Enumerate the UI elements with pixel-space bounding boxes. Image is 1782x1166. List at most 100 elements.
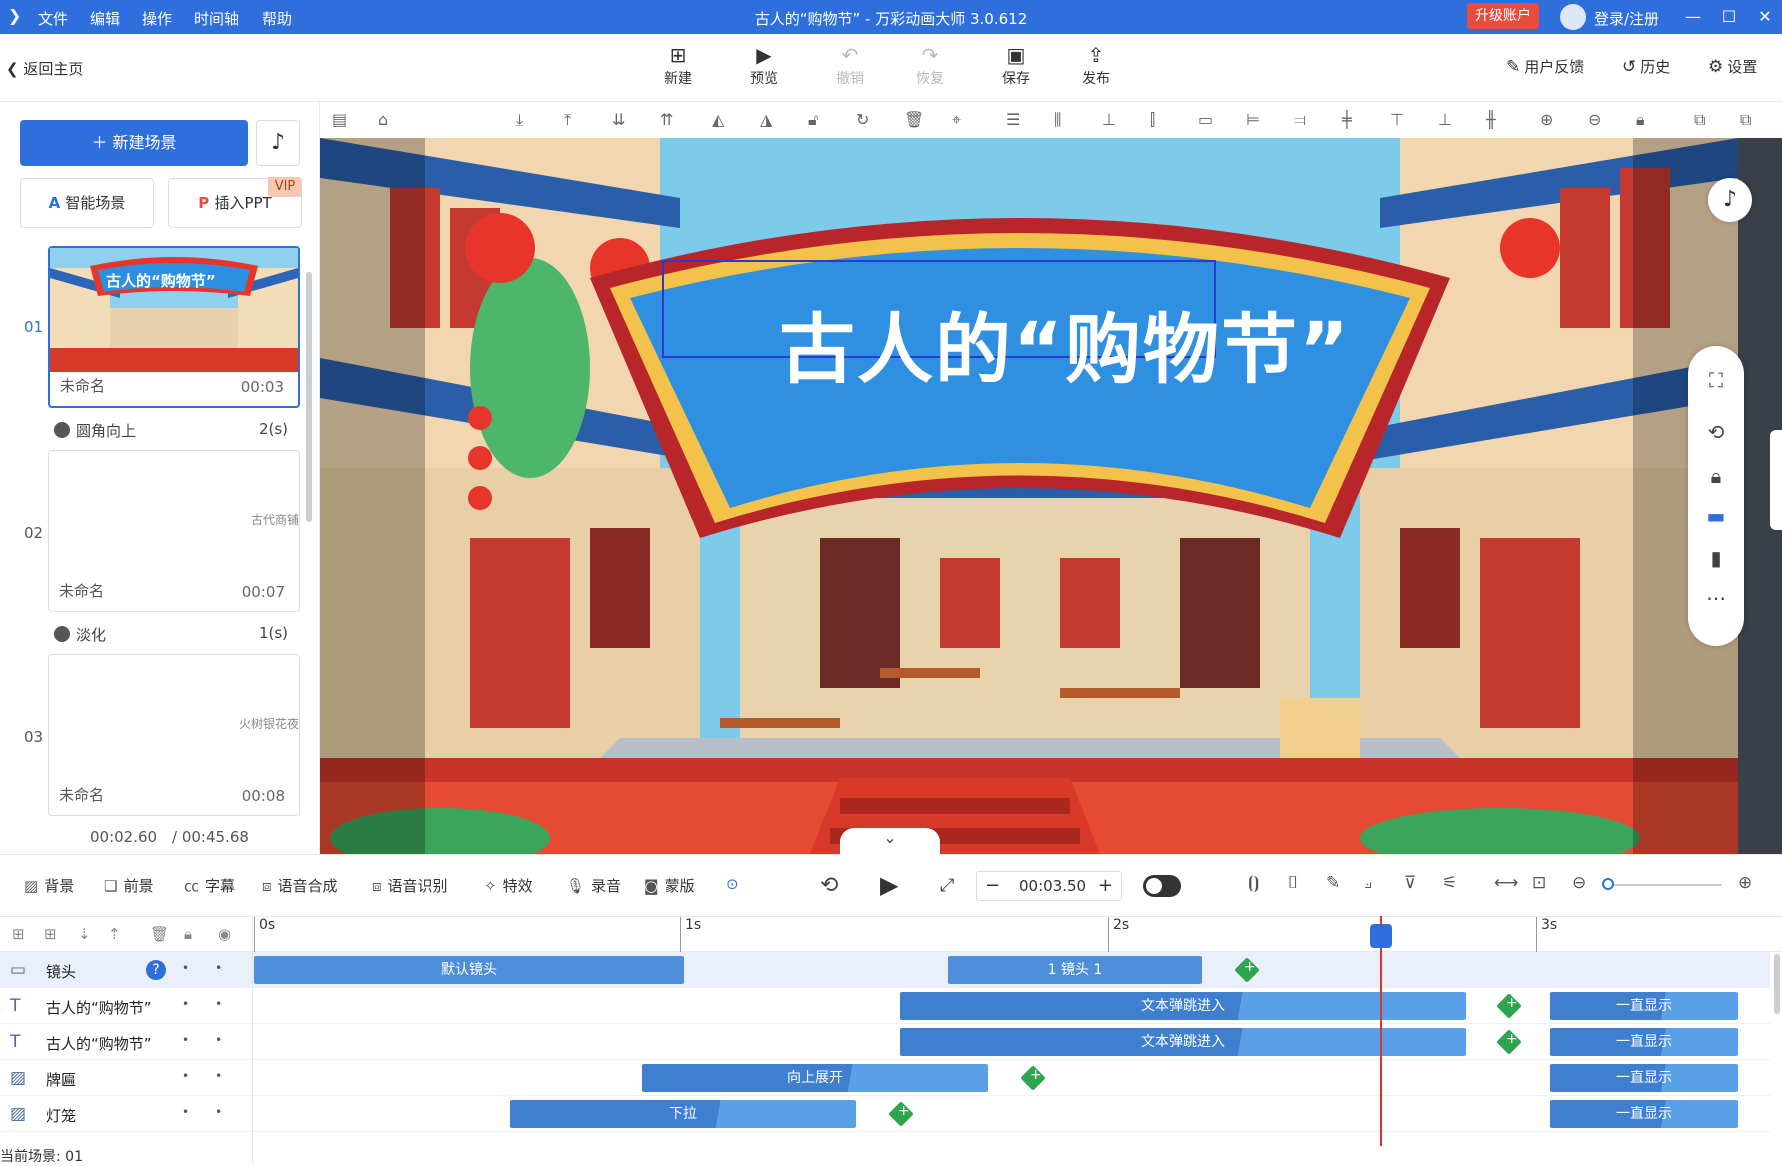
add-layer-icon[interactable]: ⊞ xyxy=(44,925,57,943)
align-base-icon[interactable]: ⊥ xyxy=(1438,110,1452,129)
fit-screen-icon[interactable]: ⛶ xyxy=(1688,368,1744,392)
stretch-icon[interactable]: ⟷ xyxy=(1494,873,1518,893)
zoom-out-icon[interactable]: ⊖ xyxy=(1572,873,1586,893)
music-icon[interactable]: ♪ xyxy=(1708,178,1752,222)
background-button[interactable]: ▨ 背景 xyxy=(24,875,74,896)
move-down-icon[interactable]: ⇣ xyxy=(78,925,91,943)
zoom-in-icon[interactable]: ⊕ xyxy=(1738,873,1752,893)
upgrade-button[interactable]: 升级账户 xyxy=(1467,3,1539,29)
lock-icon[interactable]: 🔓︎ xyxy=(808,110,818,130)
align-top-icon[interactable]: ⊤ xyxy=(1390,110,1404,129)
track-options[interactable]: •• xyxy=(182,997,248,1011)
feedback-button[interactable]: ✎ 用户反馈 xyxy=(1506,56,1584,77)
maximize-icon[interactable]: ☐ xyxy=(1714,5,1744,29)
timeline-zoom-knob[interactable] xyxy=(1602,878,1614,890)
smart-scene-button[interactable]: A 智能场景 xyxy=(20,178,154,228)
add-keyframe-icon[interactable] xyxy=(888,1101,914,1127)
subtitle-button[interactable]: ㏄字幕 xyxy=(184,875,235,896)
focus-icon[interactable]: ⌖ xyxy=(952,110,961,130)
copy-icon[interactable]: ⧉ xyxy=(1694,110,1705,130)
fullscreen-icon[interactable]: ⤢ xyxy=(940,875,954,896)
move-up-icon[interactable]: ⇡ xyxy=(108,925,121,943)
bring-bottom-icon[interactable]: ⤓ xyxy=(516,110,523,130)
effects-button[interactable]: ✧ 特效 xyxy=(484,875,533,896)
right-panel-toggle[interactable] xyxy=(1770,430,1782,530)
timeline-clip[interactable]: 1 镜头 1 xyxy=(948,956,1202,984)
add-keyframe-icon[interactable] xyxy=(1496,1029,1522,1055)
distribute-icon[interactable]: ⫼ xyxy=(1054,110,1061,130)
preview-button[interactable]: ▶ 预览 xyxy=(734,42,794,88)
add-keyframe-icon[interactable] xyxy=(1234,957,1260,983)
move-down-icon[interactable]: ⇊ xyxy=(612,110,625,129)
align-vcenter-icon[interactable]: ╫ xyxy=(1486,110,1496,129)
align-left-icon[interactable]: ⊨ xyxy=(1246,110,1260,129)
visibility-icon[interactable]: ◉ xyxy=(218,925,231,943)
more-icon[interactable]: ⋯ xyxy=(1688,586,1744,610)
scene-list-scrollbar[interactable] xyxy=(306,272,312,522)
format-painter-icon[interactable]: ▤ xyxy=(332,110,347,129)
timeline-zoom-slider[interactable] xyxy=(1610,884,1722,886)
timeline-clip[interactable]: 一直显示 xyxy=(1550,1100,1738,1128)
filter-icon[interactable]: ⊽ xyxy=(1404,873,1416,893)
track-text[interactable]: T 古人的“购物节” •• 文本弹跳进入 一直显示 xyxy=(0,988,1770,1024)
time-stepper[interactable]: − 00:03.50 + xyxy=(976,871,1122,901)
delete-icon[interactable]: 🗑︎ xyxy=(904,110,924,129)
zoom-out-icon[interactable]: ⊖ xyxy=(1588,110,1601,129)
flip-h-icon[interactable]: ◭ xyxy=(712,110,724,129)
ratio-icon[interactable]: ⊡ xyxy=(1532,873,1546,893)
timeline-clip[interactable]: 下拉 xyxy=(510,1100,856,1128)
align-bottom-icon[interactable]: ⊥ xyxy=(1102,110,1116,129)
back-home-button[interactable]: ❮ 返回主页 xyxy=(6,58,83,79)
transition-item[interactable]: 淡化 1(s) xyxy=(54,624,294,645)
time-stepper-value[interactable]: 00:03.50 xyxy=(1019,877,1086,895)
camera-icon[interactable]: ⌷ xyxy=(1288,873,1298,893)
track-options[interactable]: •• xyxy=(182,1069,248,1083)
undo-button[interactable]: ↶ 撤销 xyxy=(820,42,880,88)
minimize-icon[interactable]: — xyxy=(1678,5,1708,29)
distribute-v-icon[interactable]: ▭ xyxy=(1198,110,1213,129)
track-image[interactable]: ▨ 牌匾 •• 向上展开 一直显示 xyxy=(0,1060,1770,1096)
transition-item[interactable]: 圆角向上 2(s) xyxy=(54,420,294,441)
track-options[interactable]: •• xyxy=(182,961,248,975)
delete-icon[interactable]: 🗑︎ xyxy=(150,925,169,943)
banner-text[interactable]: 古人的“购物节” xyxy=(755,290,1375,410)
track-text[interactable]: T 古人的“购物节” •• 文本弹跳进入 一直显示 xyxy=(0,1024,1770,1060)
scene-thumbnail-01[interactable]: 古人的“购物节” 未命名 00:03 xyxy=(48,246,300,408)
add-keyframe-icon[interactable] xyxy=(1020,1065,1046,1091)
asr-button[interactable]: ⧈ 语音识别 xyxy=(372,875,448,896)
foreground-button[interactable]: ❏ 前景 xyxy=(104,875,153,896)
adjust-icon[interactable]: ⚟ xyxy=(1442,873,1457,893)
split-icon[interactable]: ⟓ xyxy=(1364,873,1372,893)
help-icon[interactable]: ? xyxy=(146,960,166,980)
fit-icon[interactable]: ⦗⦘ xyxy=(1248,873,1259,893)
mask-button[interactable]: ◙ 蒙版 xyxy=(644,875,695,896)
publish-button[interactable]: ⇪ 发布 xyxy=(1066,42,1126,88)
track-options[interactable]: •• xyxy=(182,1105,248,1119)
add-keyframe-icon[interactable] xyxy=(1496,993,1522,1019)
flip-v-icon[interactable]: ◮ xyxy=(760,110,772,129)
history-button[interactable]: ↺ 历史 xyxy=(1622,56,1670,77)
track-options[interactable]: •• xyxy=(182,1033,248,1047)
timeline-scrollbar[interactable] xyxy=(1774,954,1780,1014)
landscape-icon[interactable]: ▬ xyxy=(1688,504,1744,528)
chevron-down-icon[interactable]: ⌄ xyxy=(840,828,940,856)
record-button[interactable]: 🎙︎ 录音 xyxy=(566,875,621,896)
track-image[interactable]: ▨ 灯笼 •• 下拉 一直显示 xyxy=(0,1096,1770,1132)
timeline-clip[interactable]: 一直显示 xyxy=(1550,1064,1738,1092)
distribute-h-icon[interactable]: ⫿ xyxy=(1150,110,1155,130)
login-button[interactable]: 登录/注册 xyxy=(1594,8,1659,29)
settings-button[interactable]: ⚙ 设置 xyxy=(1708,56,1757,77)
rotate-device-icon[interactable]: ⟲ xyxy=(1688,420,1744,444)
close-icon[interactable]: ✕ xyxy=(1750,5,1780,29)
add-folder-icon[interactable]: ⊞ xyxy=(12,925,25,943)
timeline-clip[interactable]: 向上展开 xyxy=(642,1064,988,1092)
time-increase-icon[interactable]: + xyxy=(1098,875,1113,896)
new-button[interactable]: ⊞ 新建 xyxy=(648,42,708,88)
bring-top-icon[interactable]: ⤒ xyxy=(564,110,571,130)
save-button[interactable]: ▣ 保存 xyxy=(986,42,1046,88)
redo-button[interactable]: ↷ 恢复 xyxy=(900,42,960,88)
timeline-clip[interactable]: 默认镜头 xyxy=(254,956,684,984)
move-up-icon[interactable]: ⇈ xyxy=(660,110,673,129)
scene-thumbnail-03[interactable]: 火树银花夜 未命名 00:08 xyxy=(48,654,300,816)
timeline-clip[interactable]: 一直显示 xyxy=(1550,992,1738,1020)
